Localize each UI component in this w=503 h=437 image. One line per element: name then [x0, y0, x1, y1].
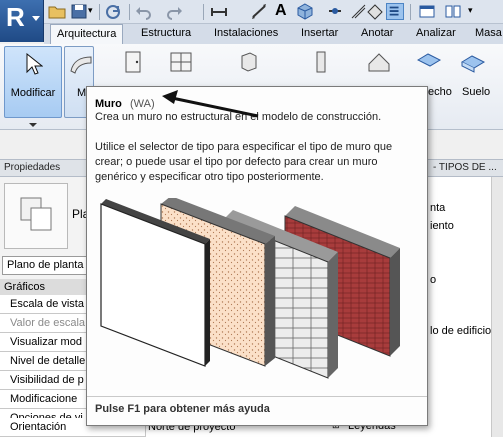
wall-types-illustration: [100, 198, 400, 379]
modificar-button[interactable]: Modificar: [4, 46, 62, 118]
tooltip-title: Muro: [95, 98, 122, 110]
sync-icon[interactable]: [104, 3, 122, 20]
column-icon[interactable]: [308, 50, 334, 74]
techo-label: echo: [428, 86, 452, 98]
wall-icon: [70, 56, 92, 74]
window-tool-icon[interactable]: [168, 50, 194, 74]
pointer-arrow-icon: [162, 90, 259, 118]
measure-icon[interactable]: [210, 3, 228, 20]
tab-instalaciones[interactable]: Instalaciones: [208, 24, 284, 44]
muro-label: M: [77, 87, 87, 99]
tooltip-help-hint: Pulse F1 para obtener más ayuda: [95, 403, 270, 415]
3d-view-icon[interactable]: [296, 3, 314, 20]
tooltip-shortcut: (WA): [130, 98, 155, 110]
tab-arquitectura[interactable]: Arquitectura: [50, 24, 124, 44]
floor-plan-icon: [20, 197, 52, 231]
save-icon[interactable]: [70, 3, 88, 20]
browser-item[interactable]: nta: [430, 202, 445, 214]
application-menu-button[interactable]: R: [0, 0, 44, 42]
component-icon[interactable]: [236, 50, 262, 74]
switch-windows-icon[interactable]: [386, 3, 404, 20]
open-icon[interactable]: [48, 3, 66, 20]
window-icon[interactable]: [418, 3, 436, 20]
tooltip-body: Utilice el selector de tipo para especif…: [95, 141, 393, 183]
dimension-icon[interactable]: [250, 3, 268, 20]
separator: [203, 4, 204, 20]
separator: [129, 4, 130, 20]
ceiling-icon[interactable]: [416, 50, 442, 74]
selection-dropdown[interactable]: [0, 120, 66, 130]
door-icon[interactable]: [120, 50, 146, 74]
chevron-down-icon[interactable]: ▾: [468, 5, 473, 16]
undo-icon[interactable]: [134, 3, 152, 20]
section-icon[interactable]: [326, 3, 344, 20]
tab-anotar[interactable]: Anotar: [355, 24, 399, 44]
chevron-down-icon: [32, 16, 40, 21]
tab-insertar[interactable]: Insertar: [295, 24, 344, 44]
app-logo: R: [6, 2, 25, 32]
browser-item[interactable]: lo de edificio): [430, 325, 495, 337]
chevron-down-icon[interactable]: ▾: [88, 5, 93, 16]
browser-scrollbar[interactable]: [491, 177, 503, 437]
separator: [410, 4, 411, 20]
floor-icon[interactable]: [460, 50, 486, 74]
redo-icon[interactable]: [166, 3, 184, 20]
browser-item[interactable]: iento: [430, 220, 454, 232]
close-hidden-icon[interactable]: [366, 3, 384, 20]
tab-masa[interactable]: Masa: [469, 24, 503, 44]
type-preview: [4, 183, 68, 249]
cursor-arrow-icon: [26, 53, 43, 75]
text-icon[interactable]: A: [275, 2, 287, 20]
modificar-label: Modificar: [10, 87, 56, 99]
tooltip-divider: [87, 396, 427, 397]
tab-analizar[interactable]: Analizar: [410, 24, 462, 44]
roof-icon[interactable]: [366, 50, 392, 74]
properties-panel-title: Propiedades: [4, 162, 61, 173]
separator: [99, 4, 100, 20]
suelo-label: Suelo: [462, 86, 491, 98]
tile-windows-icon[interactable]: [444, 3, 462, 20]
project-browser-title: - TIPOS DE ...: [433, 162, 497, 173]
tab-estructura[interactable]: Estructura: [135, 24, 197, 44]
browser-item[interactable]: o: [430, 274, 436, 286]
